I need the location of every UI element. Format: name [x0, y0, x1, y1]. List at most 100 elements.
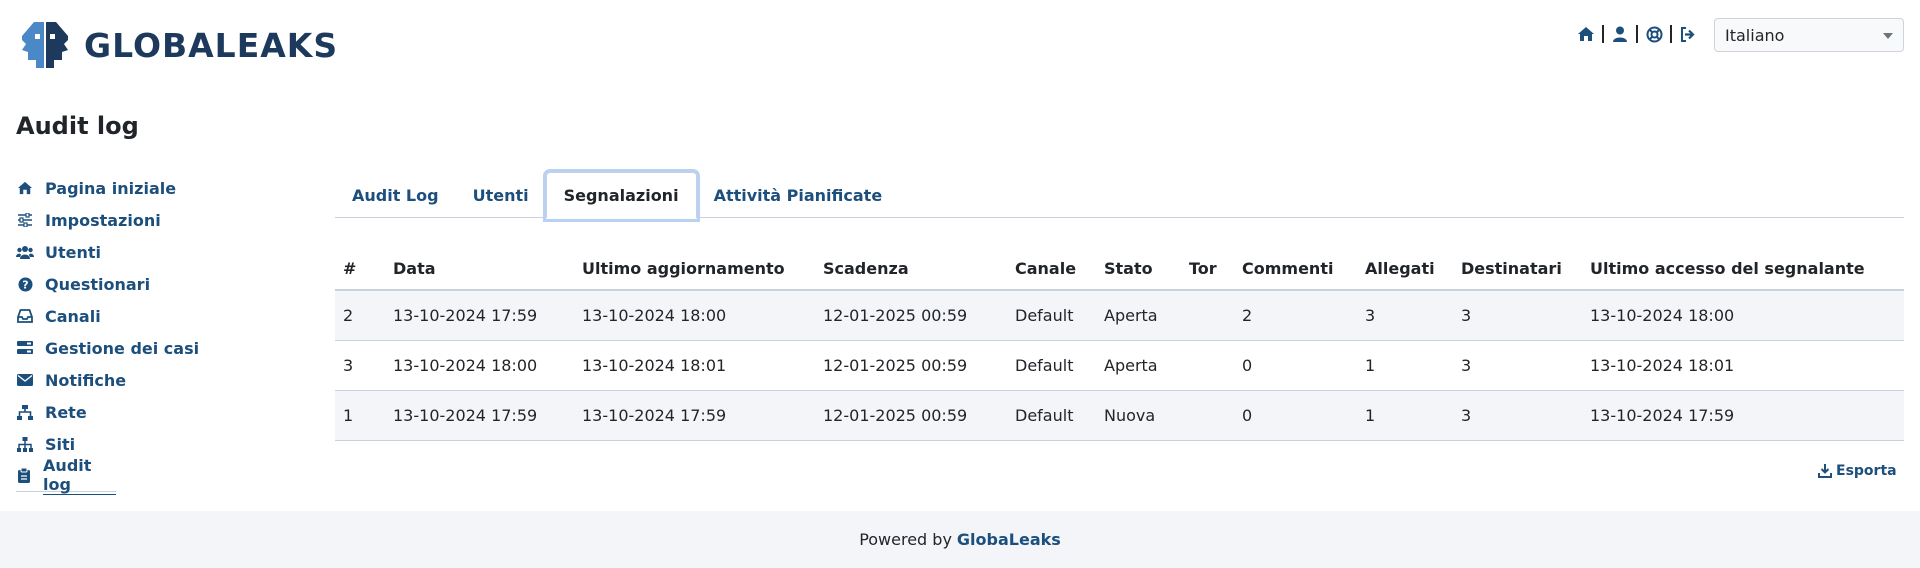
- table-cell: Default: [1007, 390, 1096, 441]
- table-cell: 0: [1234, 340, 1357, 391]
- tab-bar: Audit Log Utenti Segnalazioni Attività P…: [335, 172, 1904, 219]
- table-row[interactable]: 1 13-10-2024 17:59 13-10-2024 17:59 12-0…: [335, 390, 1904, 441]
- footer-brand-link[interactable]: GlobaLeaks: [957, 530, 1061, 549]
- tab-segnalazioni[interactable]: Segnalazioni: [545, 172, 697, 219]
- table-cell: Nuova: [1096, 390, 1181, 441]
- export-button[interactable]: Esporta: [1818, 463, 1897, 479]
- column-header[interactable]: Commenti: [1234, 248, 1357, 291]
- page-title: Audit log: [16, 112, 139, 140]
- sidebar-item-label: Rete: [45, 402, 87, 422]
- download-icon: [1818, 464, 1832, 478]
- logout-icon[interactable]: [1678, 24, 1698, 44]
- sidebar-item-rete[interactable]: Rete: [16, 396, 256, 428]
- clipboard-icon: [16, 467, 32, 485]
- sidebar-item-audit-log[interactable]: Audit log: [16, 456, 116, 495]
- table-cell: 0: [1234, 390, 1357, 441]
- export-label: Esporta: [1836, 463, 1897, 479]
- divider: [1602, 25, 1604, 43]
- tab-audit-log[interactable]: Audit Log: [335, 172, 456, 218]
- top-nav-icons: [1576, 22, 1698, 46]
- column-header[interactable]: Stato: [1096, 248, 1181, 291]
- sidebar-item-canali[interactable]: Canali: [16, 300, 256, 332]
- header: GLOBALEAKS Italiano: [0, 0, 1920, 100]
- table-cell: 12-01-2025 00:59: [815, 390, 1007, 441]
- table-row[interactable]: 3 13-10-2024 18:00 13-10-2024 18:01 12-0…: [335, 340, 1904, 391]
- tab-utenti[interactable]: Utenti: [456, 172, 546, 218]
- table-cell: 12-01-2025 00:59: [815, 290, 1007, 341]
- column-header[interactable]: Scadenza: [815, 248, 1007, 291]
- sidebar-item-notifiche[interactable]: Notifiche: [16, 364, 256, 396]
- table-cell: 3: [1357, 290, 1453, 341]
- footer: Powered by GlobaLeaks: [0, 511, 1920, 568]
- sidebar-item-gestione-dei-casi[interactable]: Gestione dei casi: [16, 332, 256, 364]
- logo[interactable]: GLOBALEAKS: [16, 16, 338, 74]
- tasks-icon: [16, 339, 34, 357]
- svg-text:?: ?: [22, 278, 28, 291]
- table-cell: 13-10-2024 17:59: [1582, 390, 1904, 441]
- table-cell: Default: [1007, 340, 1096, 391]
- table-cell: 2: [1234, 290, 1357, 341]
- sidebar-item-questionari[interactable]: ? Questionari: [16, 268, 256, 300]
- home-icon: [16, 179, 34, 197]
- table-cell: [1181, 390, 1234, 441]
- sliders-icon: [16, 211, 34, 229]
- language-select-value: Italiano: [1725, 26, 1785, 45]
- language-select[interactable]: Italiano: [1714, 18, 1904, 52]
- table-cell: 3: [1453, 340, 1582, 391]
- column-header[interactable]: Ultimo aggiornamento: [574, 248, 815, 291]
- column-header[interactable]: Tor: [1181, 248, 1234, 291]
- inbox-icon: [16, 307, 34, 325]
- sidebar-item-label: Utenti: [45, 242, 102, 262]
- table-cell: 1: [1357, 340, 1453, 391]
- sidebar-item-pagina-iniziale[interactable]: Pagina iniziale: [16, 172, 256, 204]
- divider: [1636, 25, 1638, 43]
- table-cell: 13-10-2024 17:59: [385, 390, 574, 441]
- sidebar-item-label: Notifiche: [45, 370, 127, 390]
- column-header[interactable]: Data: [385, 248, 574, 291]
- table-cell: 3: [335, 340, 385, 391]
- table-cell: 13-10-2024 18:00: [1582, 290, 1904, 341]
- sitemap-icon: [16, 435, 34, 453]
- table-cell: [1181, 290, 1234, 341]
- chevron-down-icon: [1883, 33, 1893, 39]
- table-cell: 3: [1453, 290, 1582, 341]
- users-icon: [16, 243, 34, 261]
- divider: [1670, 25, 1672, 43]
- footer-prefix: Powered by: [859, 530, 952, 549]
- column-header[interactable]: Ultimo accesso del segnalante: [1582, 248, 1904, 291]
- question-circle-icon: ?: [16, 275, 34, 293]
- table-cell: 13-10-2024 17:59: [385, 290, 574, 341]
- table-cell: 13-10-2024 18:00: [574, 290, 815, 341]
- sidebar-item-label: Gestione dei casi: [45, 338, 200, 358]
- table-cell: [1181, 340, 1234, 391]
- sidebar-item-label: Canali: [45, 306, 101, 326]
- table-cell: 13-10-2024 18:01: [1582, 340, 1904, 391]
- column-header[interactable]: #: [335, 248, 385, 291]
- table-cell: Aperta: [1096, 340, 1181, 391]
- sidebar-item-utenti[interactable]: Utenti: [16, 236, 256, 268]
- tab-attivita-pianificate[interactable]: Attività Pianificate: [697, 172, 900, 218]
- table-cell: Default: [1007, 290, 1096, 341]
- user-icon[interactable]: [1610, 24, 1630, 44]
- table-cell: 12-01-2025 00:59: [815, 340, 1007, 391]
- table-header-row: # Data Ultimo aggiornamento Scadenza Can…: [335, 248, 1904, 291]
- table-cell: 1: [1357, 390, 1453, 441]
- brand-name: GLOBALEAKS: [84, 25, 339, 65]
- globaleaks-logo-icon: [22, 22, 68, 68]
- sidebar-item-impostazioni[interactable]: Impostazioni: [16, 204, 256, 236]
- column-header[interactable]: Canale: [1007, 248, 1096, 291]
- column-header[interactable]: Destinatari: [1453, 248, 1582, 291]
- sidebar: Pagina iniziale Impostazioni Utenti ? Qu…: [16, 172, 256, 495]
- sidebar-item-label: Impostazioni: [45, 210, 161, 230]
- support-icon[interactable]: [1644, 24, 1664, 44]
- home-icon[interactable]: [1576, 24, 1596, 44]
- table-cell: 13-10-2024 17:59: [574, 390, 815, 441]
- table-cell: 3: [1453, 390, 1582, 441]
- table-row[interactable]: 2 13-10-2024 17:59 13-10-2024 18:00 12-0…: [335, 290, 1904, 341]
- sidebar-item-label: Audit log: [43, 456, 116, 495]
- column-header[interactable]: Allegati: [1357, 248, 1453, 291]
- sidebar-item-label: Siti: [45, 434, 76, 454]
- table-cell: 13-10-2024 18:00: [385, 340, 574, 391]
- table-cell: 2: [335, 290, 385, 341]
- table-cell: Aperta: [1096, 290, 1181, 341]
